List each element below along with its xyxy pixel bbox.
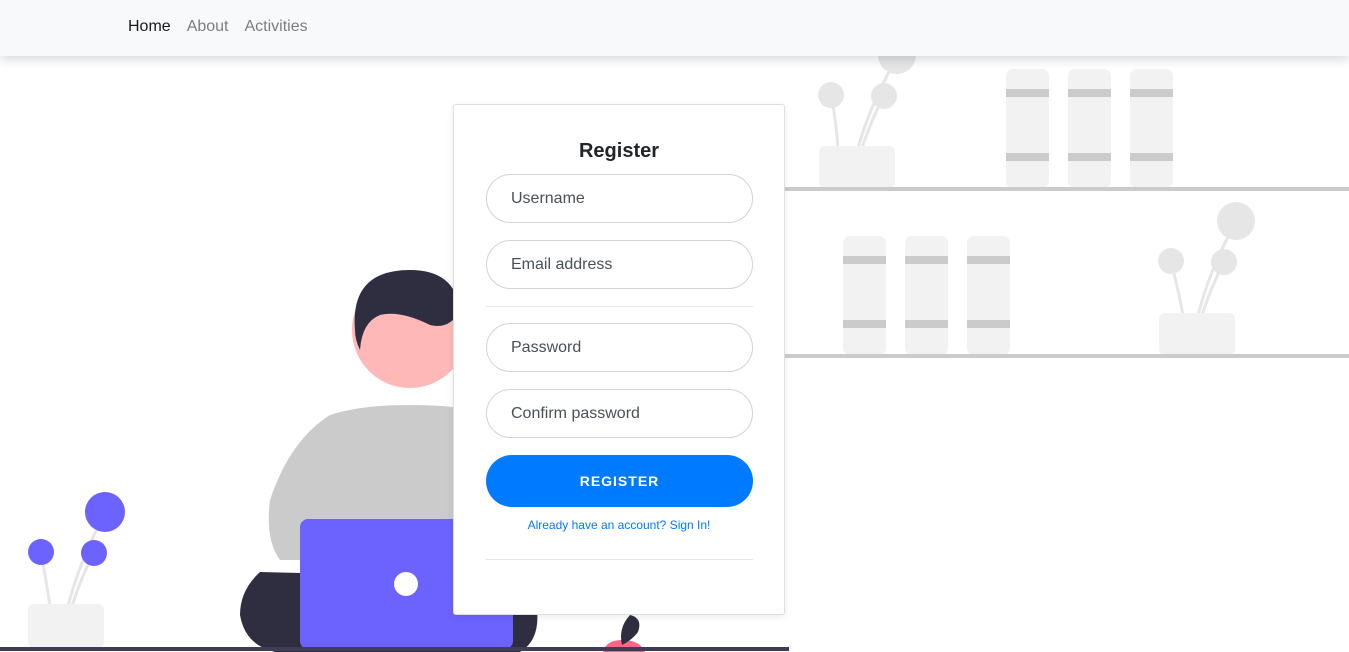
lower-shelf bbox=[785, 202, 1349, 358]
register-button[interactable]: REGISTER bbox=[486, 455, 753, 507]
username-input[interactable] bbox=[486, 174, 753, 223]
register-card: Register REGISTER Already have an accoun… bbox=[453, 104, 785, 615]
navbar: Home About Activities bbox=[0, 0, 1349, 56]
upper-shelf bbox=[785, 36, 1349, 191]
nav-link-home[interactable]: Home bbox=[128, 18, 171, 36]
email-input[interactable] bbox=[486, 240, 753, 289]
divider-bottom bbox=[486, 559, 753, 560]
nav-link-about[interactable]: About bbox=[187, 18, 229, 36]
nav-links: Home About Activities bbox=[128, 18, 308, 36]
confirm-password-input[interactable] bbox=[486, 389, 753, 438]
nav-link-activities[interactable]: Activities bbox=[245, 18, 308, 36]
divider bbox=[486, 306, 753, 307]
signin-link[interactable]: Already have an account? Sign In! bbox=[454, 518, 784, 532]
purple-plant bbox=[28, 492, 125, 648]
password-input[interactable] bbox=[486, 323, 753, 372]
register-title: Register bbox=[578, 140, 660, 162]
